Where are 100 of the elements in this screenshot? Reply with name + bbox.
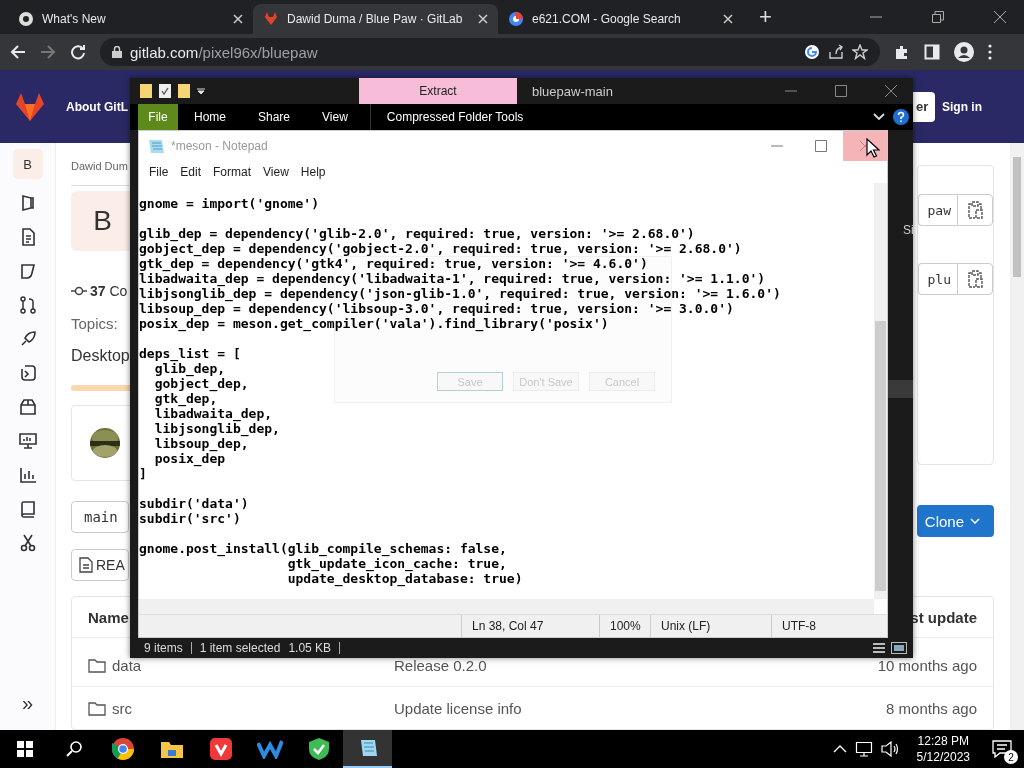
star-icon[interactable] [852,44,868,60]
close-icon[interactable] [994,11,1006,23]
maximize-icon[interactable] [835,85,847,97]
code-line[interactable]: gtk_dep = dependency('gtk4', required: true, version: '>= 4.6.0') [139,256,648,271]
ribbon-tab[interactable]: Home [178,104,242,130]
readme-button[interactable]: REA [71,549,129,581]
breadcrumb[interactable]: Dawid Dum [71,158,128,174]
code-line[interactable]: posix_dep [139,451,226,466]
side-panel-icon[interactable] [924,44,940,60]
code-line[interactable]: libadwaita_dep, [139,406,273,421]
code-line[interactable]: gobject_dep = dependency('gobject-2.0', required: true, version: '>= 2.68.0') [139,241,742,256]
close-icon[interactable] [885,85,897,97]
notepad-taskbar-button[interactable] [343,730,392,768]
monitor-icon[interactable] [17,431,38,451]
folder-link[interactable]: src [112,699,132,717]
close-icon[interactable] [233,14,243,24]
column-header[interactable]: Si [903,223,914,237]
expand-sidebar-button[interactable]: » [15,691,40,716]
chevron-down-icon[interactable] [873,113,885,121]
back-icon[interactable] [10,44,26,60]
code-line[interactable]: glib_dep, [139,361,226,376]
code-line[interactable]: subdir('data') [139,496,249,511]
scrollbar[interactable] [874,183,887,599]
browser-logo-icon[interactable] [110,737,135,761]
caret-up-icon[interactable] [832,745,847,753]
folder-icon[interactable] [159,739,184,759]
code-line[interactable]: libadwaita_dep = dependency('libadwaita-1', required: true, version: '>= 1.1.0') [139,271,766,286]
menu-item[interactable]: Help [294,165,332,179]
ribbon-tab[interactable]: Share [242,104,307,130]
code-line[interactable]: update_desktop_database: true) [139,571,523,586]
volume-icon[interactable] [880,741,899,757]
reload-icon[interactable] [70,44,86,60]
code-line[interactable]: gtk_dep, [139,391,218,406]
google-logo-icon[interactable] [804,44,820,60]
menu-item[interactable]: Edit [174,165,208,179]
branch-dropdown[interactable]: main [71,501,129,533]
menu-icon[interactable] [988,44,992,60]
maximize-icon[interactable] [815,140,827,152]
code-line[interactable]: subdir('src') [139,511,241,526]
restore-icon[interactable] [932,11,944,23]
sign-in-link[interactable]: Sign in [942,99,982,114]
merge-request-icon[interactable] [17,295,38,315]
ribbon-tab[interactable]: Compressed Folder Tools [370,104,540,130]
commit-count[interactable]: 37 Co [90,283,128,299]
commit-message[interactable]: Release 0.2.0 [394,656,487,674]
scrollbar[interactable] [1010,143,1024,730]
menu-item[interactable]: View [257,165,295,179]
extract-tab[interactable]: Extract [359,78,517,104]
code-line[interactable]: gnome = import('gnome') [139,196,319,211]
scrollbar[interactable] [139,599,874,614]
properties-icon[interactable] [159,84,171,98]
code-line[interactable]: ] [139,466,147,481]
clone-button[interactable]: Clone [917,505,994,537]
dropdown-icon[interactable] [197,87,205,95]
thumbnail-view-icon[interactable] [891,642,907,654]
puzzle-icon[interactable] [894,44,910,60]
forward-icon[interactable] [40,44,56,60]
project-avatar[interactable]: B [12,149,43,179]
browser-tab[interactable]: What's New [8,4,253,34]
code-line[interactable]: gobject_dep, [139,376,249,391]
browser-tab[interactable]: Dawid Duma / Blue Paw · GitLab [253,4,498,34]
share-icon[interactable] [828,44,844,60]
clock[interactable]: 12:28 PM 5/12/2023 [916,733,970,765]
fox-logo-icon[interactable] [14,91,46,122]
folder-link[interactable]: data [112,656,142,674]
copy-button[interactable] [957,194,993,226]
shield-icon[interactable] [307,737,330,761]
code-line[interactable]: posix_dep = meson.get_compiler('vala').find_library('posix') [139,316,609,331]
menu-item[interactable]: Format [207,165,258,179]
close-icon[interactable] [723,14,733,24]
code-line[interactable]: libsoup_dep = dependency('libsoup-3.0', required: true, version: '>= 3.0.0') [139,301,734,316]
app-icon[interactable] [209,738,232,760]
package-icon[interactable] [17,397,38,417]
wave-app-icon[interactable] [256,739,283,759]
close-icon[interactable] [478,14,488,24]
details-view-icon[interactable] [873,642,885,654]
code-line[interactable]: glib_dep = dependency('glib-2.0', required: true, version: '>= 2.68.0') [139,226,695,241]
help-icon[interactable] [893,109,909,125]
code-line[interactable]: deps_list = [ [139,346,241,361]
code-line[interactable]: libjsonglib_dep = dependency('json-glib-1.0', required: true, version: '>= 1.6.0') [139,286,781,301]
windows-logo-icon[interactable] [16,741,33,757]
chart-icon[interactable] [17,465,38,485]
ribbon-tab[interactable]: View [306,104,364,130]
code-line[interactable]: libjsonglib_dep, [139,421,280,436]
register-button[interactable]: er [913,91,935,122]
menu-item[interactable]: File [143,165,175,179]
file-menu-button[interactable]: File [138,104,178,130]
browser-tab[interactable]: e621.COM - Google Search [498,4,743,34]
code-line[interactable]: gtk_update_icon_cache: true, [139,556,507,571]
new-tab-button[interactable]: + [753,4,778,30]
profile-icon[interactable] [954,42,974,62]
address-field[interactable]: gitlab.com/pixel96x/bluepaw [100,38,880,66]
close-button[interactable] [843,131,887,161]
network-icon[interactable] [854,741,873,757]
about-link[interactable]: About GitL [66,99,128,114]
code-line[interactable]: libsoup_dep, [139,436,249,451]
commit-message[interactable]: Update license info [394,699,522,717]
copy-button[interactable] [957,263,993,295]
code-line[interactable]: gnome.post_install(glib_compile_schemas: false, [139,541,507,556]
search-icon[interactable] [65,741,82,757]
